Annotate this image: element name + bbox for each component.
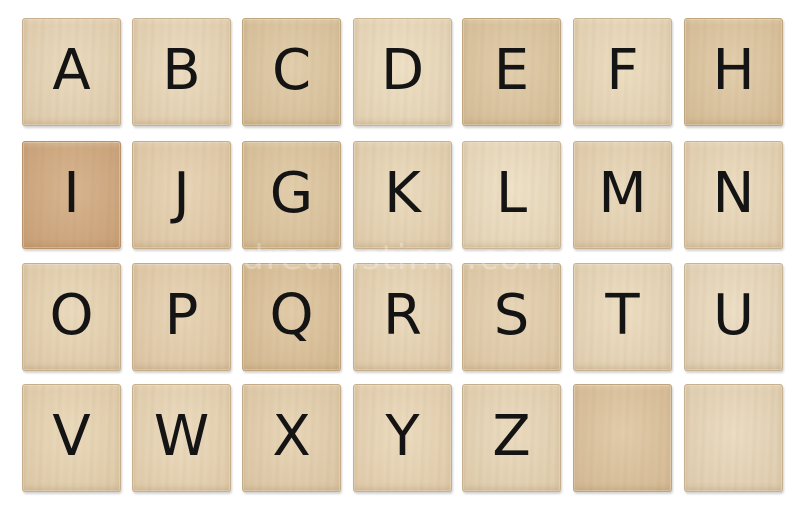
letter-tile-d: D [353, 18, 452, 126]
letter-tile-i: I [22, 141, 121, 249]
letter-tile-n: N [684, 141, 783, 249]
letter-tile-q: Q [242, 263, 341, 371]
letter-tile-p: P [132, 263, 231, 371]
tile-letter: I [63, 160, 80, 226]
letter-tile-f: F [573, 18, 672, 126]
letter-tile-b: B [132, 18, 231, 126]
letter-tile-t: T [573, 263, 672, 371]
tile-letter: L [495, 160, 528, 226]
tile-letter: F [606, 37, 639, 103]
tile-letter: A [52, 37, 91, 103]
letter-tile-u: U [684, 263, 783, 371]
tile-letter: D [380, 37, 425, 103]
tile-letter: C [271, 37, 312, 103]
tile-letter: O [49, 282, 94, 348]
tile-letter: K [384, 160, 421, 226]
letter-tile-e: E [462, 18, 561, 126]
letter-tile-y: Y [353, 384, 452, 492]
letter-tile-c: C [242, 18, 341, 126]
tile-letter: V [52, 403, 91, 469]
tile-letter: J [173, 160, 190, 226]
letter-tile-h: H [684, 18, 783, 126]
blank-tile [573, 384, 672, 492]
tile-letter: S [493, 282, 530, 348]
letter-tile-z: Z [462, 384, 561, 492]
letter-tile-w: W [132, 384, 231, 492]
tile-letter: Z [492, 403, 531, 469]
letter-tile-v: V [22, 384, 121, 492]
blank-tile [684, 384, 783, 492]
tile-letter: Y [385, 403, 420, 469]
letter-tile-a: A [22, 18, 121, 126]
letter-tile-board: A B C D E F H I J G K L MN O P Q R S T U VWX Y Z [0, 0, 800, 509]
tile-letter: T [605, 282, 640, 348]
tile-letter: G [269, 160, 314, 226]
tile-letter: U [713, 282, 754, 348]
letter-tile-s: S [462, 263, 561, 371]
letter-tile-o: O [22, 263, 121, 371]
letter-tile-x: X [242, 384, 341, 492]
tile-letter: E [493, 37, 530, 103]
letter-tile-k: K [353, 141, 452, 249]
tile-letter: R [383, 282, 422, 348]
tile-letter: H [712, 37, 755, 103]
tile-letter: X [272, 403, 311, 469]
letter-tile-r: R [353, 263, 452, 371]
letter-tile-g: G [242, 141, 341, 249]
letter-tile-j: J [132, 141, 231, 249]
tile-letter: N [712, 160, 755, 226]
tile-letter: B [162, 37, 201, 103]
tile-letter: P [164, 282, 199, 348]
tile-letter: Q [269, 282, 314, 348]
letter-tile-l: L [462, 141, 561, 249]
tile-letter: W [153, 403, 210, 469]
tile-letter: M [598, 160, 647, 226]
letter-tile-m: M [573, 141, 672, 249]
